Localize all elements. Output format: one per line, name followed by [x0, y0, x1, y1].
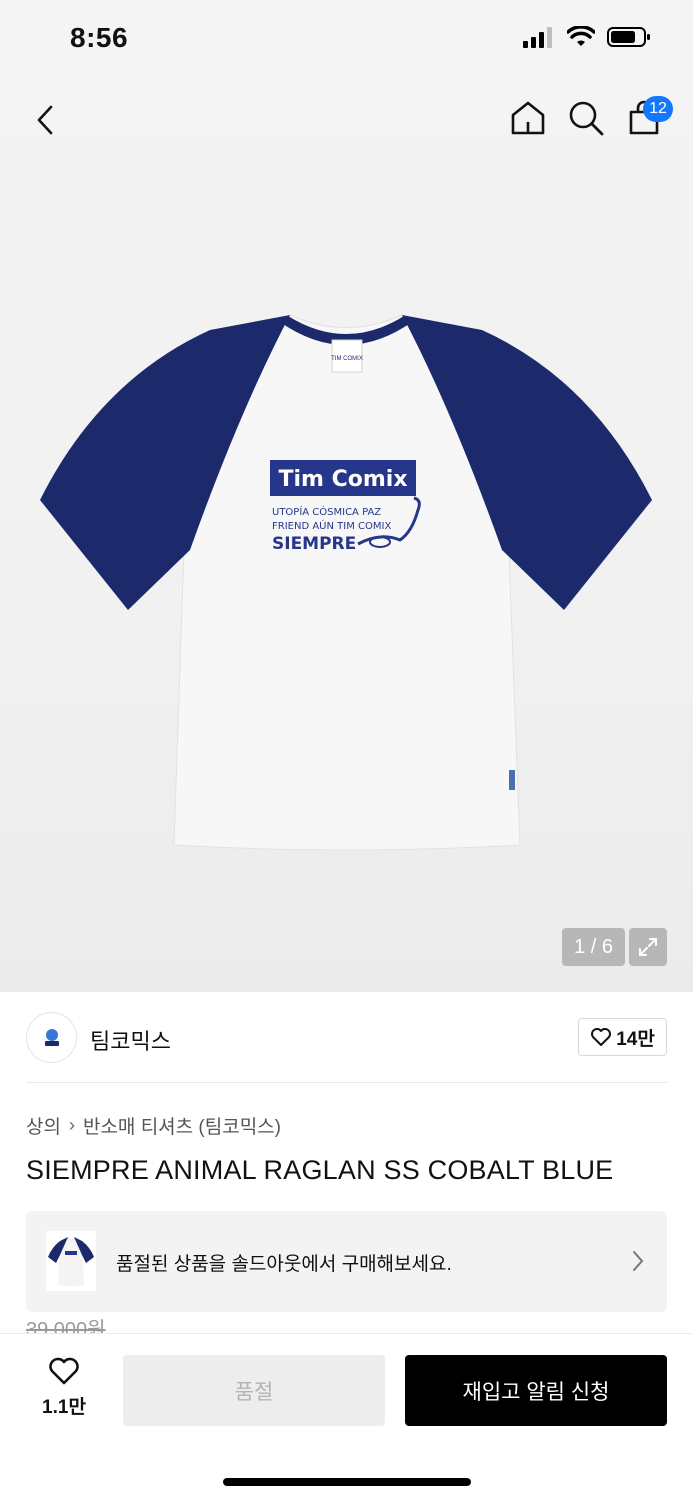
chevron-right-icon: ›: [68, 1115, 75, 1135]
breadcrumb: 상의 › 반소매 티셔츠 (팀코믹스): [26, 1112, 281, 1139]
soldout-banner[interactable]: 품절된 상품을 솔드아웃에서 구매해보세요.: [26, 1211, 667, 1312]
expand-icon: [639, 938, 657, 956]
expand-button[interactable]: [629, 928, 667, 966]
breadcrumb-category[interactable]: 상의: [26, 1112, 61, 1139]
search-icon: [569, 101, 604, 136]
chevron-right-icon: [633, 1251, 644, 1271]
print-line-2: FRIEND AÚN TIM COMIX: [272, 519, 391, 532]
print-title: Tim Comix: [278, 467, 407, 492]
status-icons: [523, 26, 651, 48]
wishlist-count: 1.1만: [42, 1397, 86, 1418]
status-bar: 8:56: [0, 0, 693, 80]
bottom-action-bar: 1.1만 품절 재입고 알림 신청: [0, 1333, 693, 1500]
product-image[interactable]: TIM COMIX Tim Comix UTOPÍA CÓSMICA PAZ F…: [40, 300, 652, 860]
brand-logo[interactable]: [26, 1012, 77, 1063]
wifi-icon: [567, 26, 595, 46]
print-line-3: SIEMPRE: [272, 534, 356, 554]
print-line-1: UTOPÍA CÓSMICA PAZ: [272, 505, 381, 518]
home-indicator: [223, 1478, 471, 1486]
brand-logo-icon: [44, 1028, 59, 1046]
brand-like-count: 14만: [616, 1028, 655, 1050]
breadcrumb-subcategory[interactable]: 반소매 티셔츠 (팀코믹스): [83, 1112, 281, 1139]
soldout-banner-text: 품절된 상품을 솔드아웃에서 구매해보세요.: [116, 1254, 452, 1275]
heart-outline-icon: [591, 1028, 612, 1046]
back-button[interactable]: [24, 98, 68, 142]
brand-row[interactable]: 팀코믹스 14만: [26, 1012, 667, 1064]
soldout-button: 품절: [123, 1355, 385, 1426]
restock-alert-button[interactable]: 재입고 알림 신청: [405, 1355, 667, 1426]
wishlist-button[interactable]: 1.1만: [32, 1356, 96, 1426]
signal-icon: [523, 27, 552, 48]
home-icon: [511, 101, 545, 135]
brand-name[interactable]: 팀코믹스: [90, 1024, 171, 1056]
product-title: SIEMPRE ANIMAL RAGLAN SS COBALT BLUE: [26, 1155, 614, 1185]
battery-icon: [607, 27, 650, 47]
brand-like-button[interactable]: 14만: [578, 1018, 667, 1056]
heart-outline-icon: [49, 1357, 79, 1385]
back-icon: [37, 105, 53, 135]
status-time: 8:56: [70, 22, 129, 53]
image-counter: 1 / 6: [562, 928, 625, 966]
neck-label-text: TIM COMIX: [331, 356, 363, 362]
soldout-thumbnail: [46, 1231, 96, 1291]
home-button[interactable]: [506, 96, 550, 140]
search-button[interactable]: [564, 96, 608, 140]
top-nav: [0, 90, 693, 150]
divider: [26, 1082, 667, 1083]
cart-count-badge: 12: [643, 96, 673, 122]
